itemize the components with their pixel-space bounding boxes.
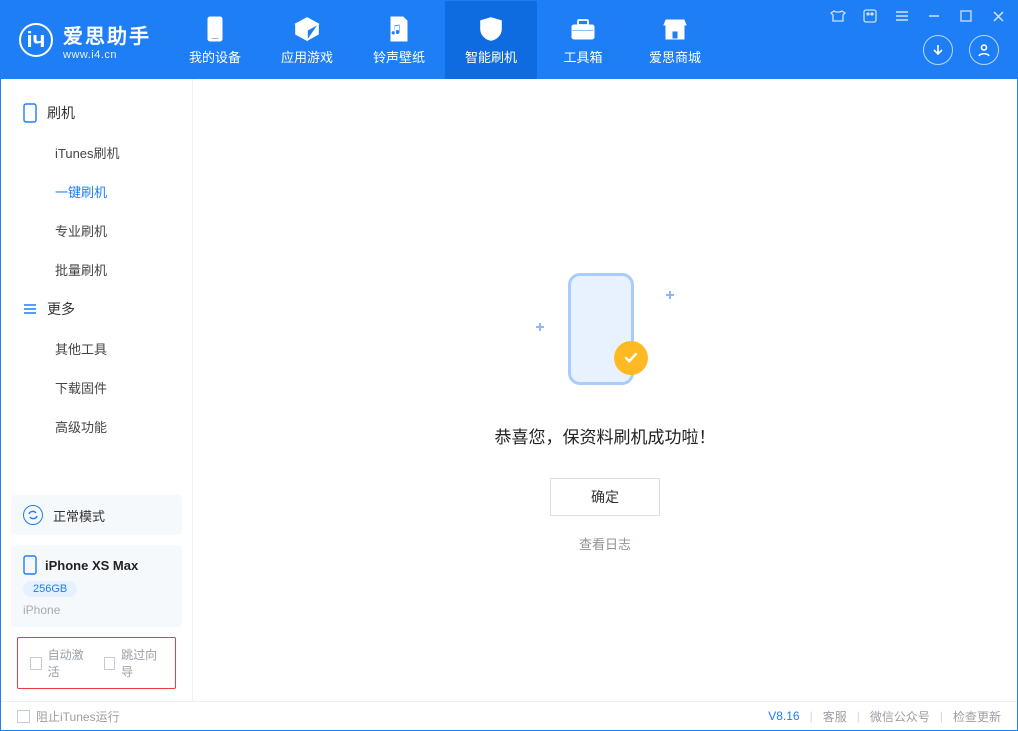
- feedback-icon[interactable]: [861, 7, 879, 25]
- music-file-icon: [385, 15, 413, 43]
- maximize-button[interactable]: [957, 7, 975, 25]
- sparkle-icon: [666, 291, 674, 299]
- main-content: 恭喜您，保资料刷机成功啦！ 确定 查看日志: [193, 79, 1017, 701]
- device-name: iPhone XS Max: [45, 558, 138, 573]
- checkbox-icon: [17, 710, 30, 723]
- ok-button[interactable]: 确定: [550, 478, 660, 516]
- checkbox-auto-activate[interactable]: 自动激活: [30, 646, 90, 680]
- checkbox-skip-guide[interactable]: 跳过向导: [104, 646, 164, 680]
- tab-ringtone-wallpaper[interactable]: 铃声壁纸: [353, 1, 445, 79]
- checkbox-icon: [104, 657, 116, 670]
- footer-link-support[interactable]: 客服: [823, 708, 847, 725]
- view-log-link[interactable]: 查看日志: [579, 534, 631, 553]
- app-logo: iч 爱思助手 www.i4.cn: [1, 1, 169, 79]
- device-icon: [201, 15, 229, 43]
- sidebar-item-download-firmware[interactable]: 下载固件: [1, 368, 192, 407]
- version-label: V8.16: [768, 709, 799, 723]
- tshirt-icon[interactable]: [829, 7, 847, 25]
- title-bar: iч 爱思助手 www.i4.cn 我的设备 应用游戏 铃声壁纸: [1, 1, 1017, 79]
- shield-sync-icon: [477, 15, 505, 43]
- sparkle-icon: [536, 323, 544, 331]
- sidebar-item-other-tools[interactable]: 其他工具: [1, 329, 192, 368]
- close-button[interactable]: [989, 7, 1007, 25]
- status-bar: 阻止iTunes运行 V8.16 | 客服 | 微信公众号 | 检查更新: [1, 701, 1017, 730]
- cube-icon: [293, 15, 321, 43]
- main-tabs: 我的设备 应用游戏 铃声壁纸 智能刷机 工具箱: [169, 1, 721, 79]
- sidebar: 刷机 iTunes刷机 一键刷机 专业刷机 批量刷机 更多 其他工具 下载固件 …: [1, 79, 193, 701]
- sidebar-item-pro-flash[interactable]: 专业刷机: [1, 211, 192, 250]
- success-illustration: [530, 269, 680, 399]
- tab-my-device[interactable]: 我的设备: [169, 1, 261, 79]
- success-message: 恭喜您，保资料刷机成功啦！: [495, 423, 716, 448]
- footer-link-update[interactable]: 检查更新: [953, 708, 1001, 725]
- tab-apps-games[interactable]: 应用游戏: [261, 1, 353, 79]
- minimize-button[interactable]: [925, 7, 943, 25]
- highlighted-checkbox-row: 自动激活 跳过向导: [17, 637, 176, 689]
- user-button[interactable]: [969, 35, 999, 65]
- header-right-icons: [923, 35, 999, 65]
- sidebar-item-advanced[interactable]: 高级功能: [1, 407, 192, 446]
- app-name: 爱思助手: [63, 20, 151, 49]
- phone-icon: [23, 555, 37, 575]
- check-badge-icon: [614, 341, 648, 375]
- checkbox-icon: [30, 657, 42, 670]
- device-card[interactable]: iPhone XS Max 256GB iPhone: [11, 545, 182, 627]
- sidebar-item-itunes-flash[interactable]: iTunes刷机: [1, 133, 192, 172]
- window-controls: [829, 7, 1007, 25]
- sidebar-group-more: 更多: [1, 289, 192, 329]
- toolbox-icon: [569, 15, 597, 43]
- sidebar-item-oneclick-flash[interactable]: 一键刷机: [1, 172, 192, 211]
- store-icon: [661, 15, 689, 43]
- app-url: www.i4.cn: [63, 49, 151, 61]
- tab-toolbox[interactable]: 工具箱: [537, 1, 629, 79]
- mode-card[interactable]: 正常模式: [11, 495, 182, 535]
- device-family: iPhone: [23, 603, 170, 617]
- download-button[interactable]: [923, 35, 953, 65]
- storage-badge: 256GB: [23, 581, 77, 597]
- checkbox-block-itunes[interactable]: 阻止iTunes运行: [17, 708, 120, 725]
- sidebar-item-batch-flash[interactable]: 批量刷机: [1, 250, 192, 289]
- menu-icon[interactable]: [893, 7, 911, 25]
- tab-store[interactable]: 爱思商城: [629, 1, 721, 79]
- mode-label: 正常模式: [53, 506, 105, 525]
- tab-smart-flash[interactable]: 智能刷机: [445, 1, 537, 79]
- sync-icon: [23, 505, 43, 525]
- sidebar-group-flash: 刷机: [1, 93, 192, 133]
- footer-link-wechat[interactable]: 微信公众号: [870, 708, 930, 725]
- logo-icon: iч: [19, 23, 53, 57]
